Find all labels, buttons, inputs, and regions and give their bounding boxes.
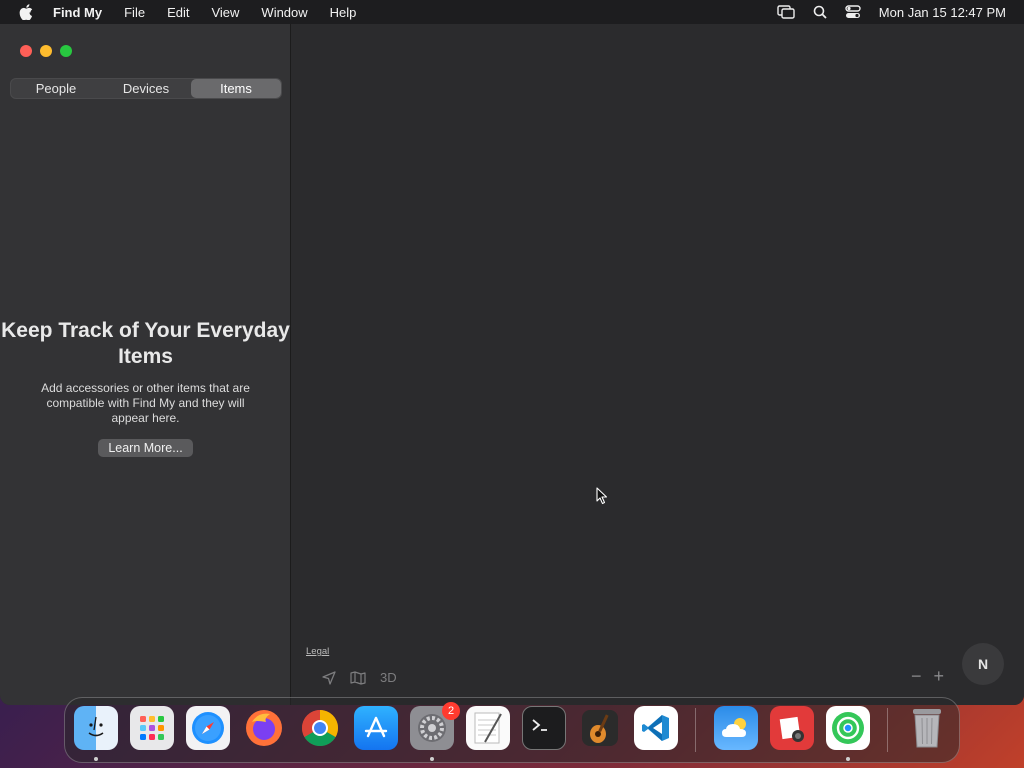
menu-file[interactable]: File [124,5,145,20]
legal-link[interactable]: Legal [306,646,329,657]
dock-chrome-icon[interactable] [298,706,342,750]
zoom-controls: − + [899,666,944,687]
running-indicator [430,757,434,761]
sidebar: People Devices Items Keep Track of Your … [0,24,291,705]
tab-segmented-control: People Devices Items [10,78,282,99]
dock-launchpad-icon[interactable] [130,706,174,750]
dock-vscode-icon[interactable] [634,706,678,750]
menu-app-name[interactable]: Find My [53,5,102,20]
dock-photo-booth-icon[interactable] [770,706,814,750]
dock-garageband-icon[interactable] [578,706,622,750]
tab-devices[interactable]: Devices [101,79,191,98]
compass-north-label: N [977,656,989,672]
running-indicator [94,757,98,761]
compass-button[interactable]: N [962,643,1004,685]
dock: 2 [64,697,960,763]
tab-people[interactable]: People [11,79,101,98]
dock-finder-icon[interactable] [74,706,118,750]
location-arrow-icon[interactable] [322,670,336,685]
empty-state-title: Keep Track of Your Everyday Items [1,319,290,368]
3d-toggle-button[interactable]: 3D [380,670,397,685]
notification-badge: 2 [442,702,460,720]
dock-textedit-icon[interactable] [466,706,510,750]
minimize-button[interactable] [40,45,52,57]
spotlight-search-icon[interactable] [813,5,827,19]
close-button[interactable] [20,45,32,57]
learn-more-button[interactable]: Learn More... [98,439,193,457]
zoom-button[interactable] [60,45,72,57]
dock-separator [695,708,696,752]
menu-clock[interactable]: Mon Jan 15 12:47 PM [879,5,1006,20]
empty-state: Keep Track of Your Everyday Items Add ac… [0,318,291,457]
dock-weather-icon[interactable] [714,706,758,750]
dock-trash-icon[interactable] [905,706,949,750]
dock-app-store-icon[interactable] [354,706,398,750]
control-center-icon[interactable] [845,5,861,19]
dock-safari-icon[interactable] [186,706,230,750]
apple-menu-icon[interactable] [19,4,35,20]
running-indicator [846,757,850,761]
dock-separator [887,708,888,752]
menu-window[interactable]: Window [261,5,307,20]
dock-system-settings-icon[interactable]: 2 [410,702,460,750]
tab-items[interactable]: Items [191,79,281,98]
mouse-pointer-icon [596,487,608,510]
dock-firefox-icon[interactable] [242,706,286,750]
window-controls [20,45,80,57]
dock-terminal-icon[interactable] [522,706,566,750]
menu-edit[interactable]: Edit [167,5,189,20]
map-toolbar: 3D [322,670,411,685]
find-my-window: People Devices Items Keep Track of Your … [0,24,1024,705]
dock-find-my-icon[interactable] [826,706,870,750]
screen-mirroring-icon[interactable] [777,5,795,19]
empty-state-description: Add accessories or other items that are … [41,381,250,425]
menu-view[interactable]: View [211,5,239,20]
map-view[interactable]: Legal 3D − + N [292,24,1024,705]
menu-bar: Find My File Edit View Window Help Mon J… [0,0,1024,24]
zoom-out-button[interactable]: − [911,666,922,687]
menu-help[interactable]: Help [330,5,357,20]
zoom-in-button[interactable]: + [933,666,944,687]
map-mode-icon[interactable] [350,670,366,685]
